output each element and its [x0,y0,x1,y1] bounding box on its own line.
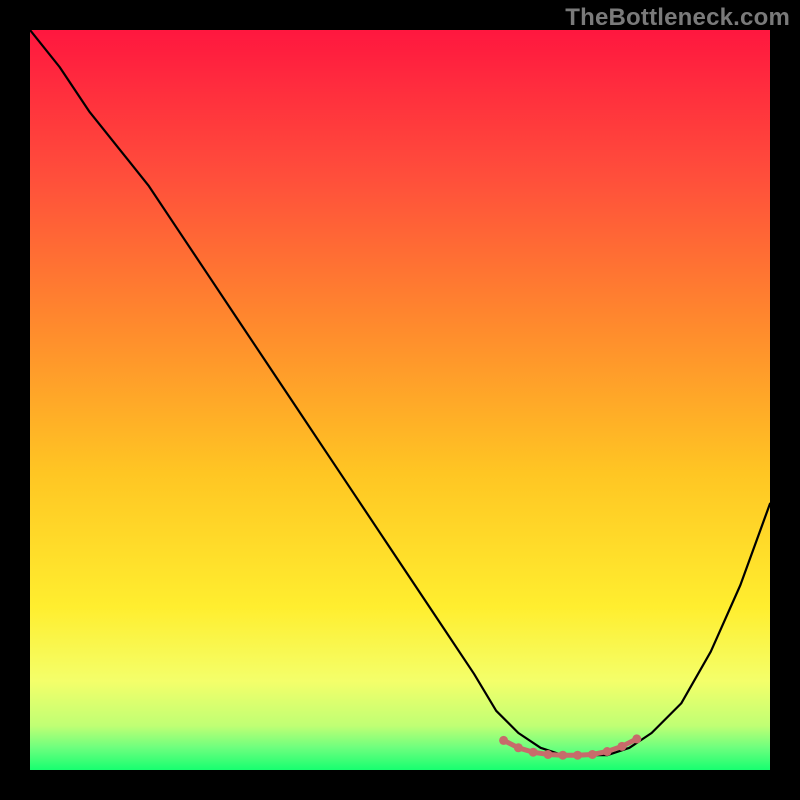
chart-background [30,30,770,770]
chart-plot-area [30,30,770,770]
optimal-dot [632,734,641,743]
chart-svg [30,30,770,770]
watermark-label: TheBottleneck.com [565,4,790,32]
chart-frame: TheBottleneck.com [0,0,800,800]
